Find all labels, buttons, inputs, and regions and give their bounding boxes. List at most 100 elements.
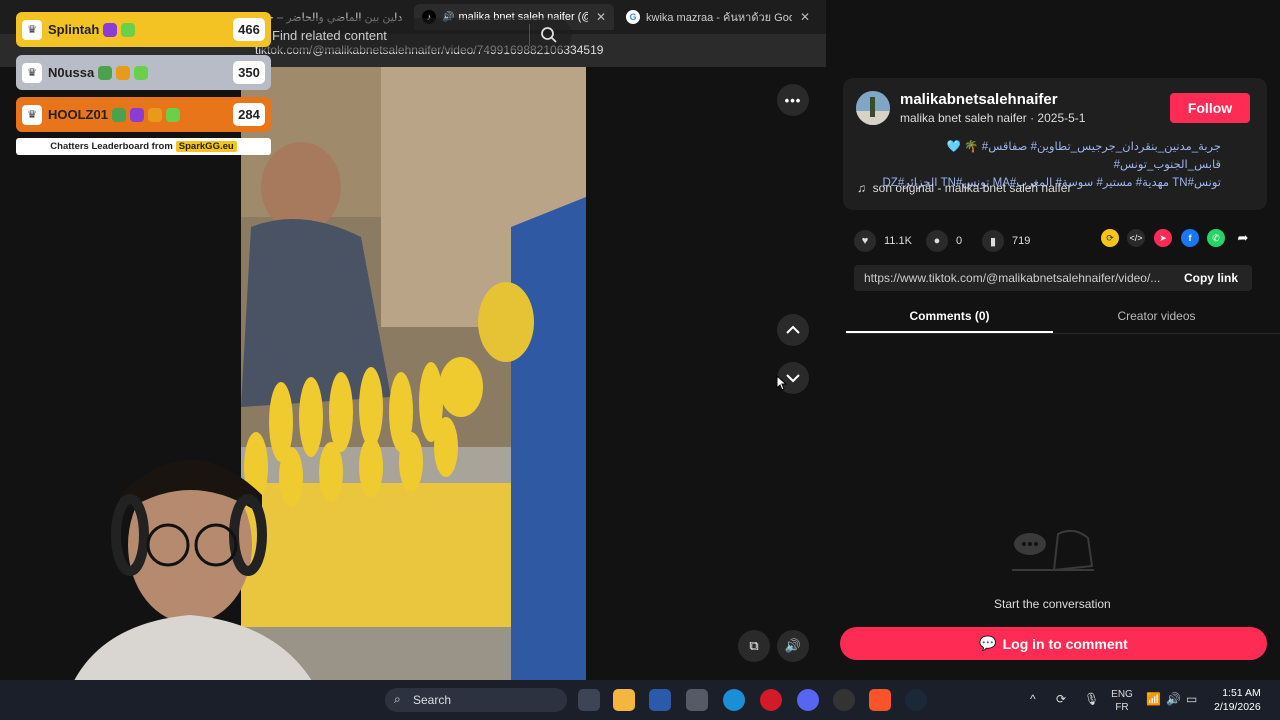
close-tab-icon[interactable]: ✕ <box>792 10 810 24</box>
comment-count: 0 <box>956 235 963 247</box>
obs-icon[interactable] <box>833 689 855 711</box>
file-explorer-icon[interactable] <box>613 689 635 711</box>
empty-comments-text: Start the conversation <box>994 597 1111 611</box>
follow-button[interactable]: Follow <box>1170 93 1250 123</box>
language-primary: ENG <box>1111 689 1133 700</box>
leaderboard-score: 350 <box>233 61 265 84</box>
crown-icon: ♛ <box>22 62 42 83</box>
sound-label: son original - malika bnet saleh naifer <box>872 181 1072 195</box>
volume-tray-icon[interactable]: 🔊 <box>1166 693 1181 706</box>
leaderboard-name: HOOLZ01 <box>48 107 108 122</box>
avatar[interactable] <box>856 91 890 125</box>
google-icon: G <box>626 10 640 24</box>
copy-link-button[interactable]: Copy link <box>1172 266 1250 290</box>
tab-creator-videos[interactable]: Creator videos <box>1053 309 1260 323</box>
badge-icon <box>121 22 136 37</box>
repost-icon[interactable]: ⟳ <box>1101 229 1119 247</box>
save-button[interactable]: ▮ 719 <box>982 230 1030 252</box>
previous-video-button[interactable] <box>777 314 809 346</box>
nickname-date: malika bnet saleh naifer · 2025-5-1 <box>900 111 1086 125</box>
microphone-icon[interactable]: 🎙 <box>1084 693 1099 706</box>
share-arrow-icon[interactable]: ➦ <box>1234 229 1252 247</box>
task-view-icon[interactable] <box>578 689 600 711</box>
leaderboard-score: 284 <box>233 103 265 126</box>
brave-icon[interactable] <box>869 689 891 711</box>
tray-sync-icon[interactable]: ⟳ <box>1056 693 1066 706</box>
nickname: malika bnet saleh naifer <box>900 111 1027 125</box>
app-icon[interactable] <box>686 689 708 711</box>
discord-icon[interactable] <box>797 689 819 711</box>
leaderboard-footer: Chatters Leaderboard from SparkGG.eu <box>16 138 271 155</box>
heart-icon: ♥ <box>854 230 876 252</box>
taskbar-search[interactable]: ⌕ Search <box>385 688 567 712</box>
username[interactable]: malikabnetsalehnaifer <box>900 91 1058 108</box>
wifi-icon[interactable]: 📶 <box>1146 693 1161 706</box>
badge-icon <box>134 65 149 80</box>
battery-icon[interactable]: ▭ <box>1186 693 1197 706</box>
badge-icon <box>103 22 118 37</box>
empty-comments-illustration <box>1012 529 1094 572</box>
related-search-placeholder: Find related content <box>272 28 387 43</box>
bookmark-icon: ▮ <box>982 230 1004 252</box>
whatsapp-icon[interactable]: ✆ <box>1207 229 1225 247</box>
badge-icon <box>116 65 131 80</box>
search-icon: ⌕ <box>394 692 401 706</box>
chevron-up-icon <box>786 325 800 334</box>
steam-icon[interactable] <box>905 689 927 711</box>
video-link[interactable]: https://www.tiktok.com/@malikabnetsalehn… <box>864 271 1170 285</box>
language-secondary: FR <box>1115 702 1129 713</box>
badge-icon <box>165 107 180 122</box>
facebook-icon[interactable]: f <box>1181 229 1199 247</box>
send-icon[interactable]: ➤ <box>1154 229 1172 247</box>
music-note-icon: ♫ <box>857 181 866 195</box>
save-count: 719 <box>1012 235 1031 247</box>
login-to-comment-button[interactable]: 💬 Log in to comment <box>840 627 1267 660</box>
edge-icon[interactable] <box>723 689 745 711</box>
badge-icon <box>111 107 126 122</box>
tray-chevron-icon[interactable]: ^ <box>1030 693 1036 706</box>
language-indicator[interactable]: ENG FR <box>1108 688 1136 714</box>
comment-button[interactable]: ● 0 <box>926 230 962 252</box>
like-button[interactable]: ♥ 11.1K <box>854 230 912 252</box>
store-icon[interactable] <box>649 689 671 711</box>
comment-bubble-icon: 💬 <box>979 635 997 651</box>
leaderboard-row: ♛ Splintah 466 <box>16 12 271 47</box>
volume-button[interactable]: 🔊 <box>777 630 809 662</box>
leaderboard-footer-text: Chatters Leaderboard from <box>50 141 173 152</box>
floating-player-button[interactable]: ⧉ <box>738 630 770 662</box>
login-label: Log in to comment <box>1002 635 1128 652</box>
more-options-button[interactable]: ••• <box>777 84 809 116</box>
webcam-overlay <box>0 425 400 720</box>
clock[interactable]: 1:51 AM 2/19/2026 <box>1214 686 1261 714</box>
crown-icon: ♛ <box>22 19 42 40</box>
badge-icon <box>98 65 113 80</box>
webcam-image <box>60 460 330 720</box>
badge-icon <box>147 107 162 122</box>
crown-icon: ♛ <box>22 104 42 125</box>
search-icon[interactable] <box>540 26 558 44</box>
tab-active-indicator <box>846 331 1053 333</box>
post-date: 2025-5-1 <box>1037 111 1086 125</box>
sound-link[interactable]: ♫ son original - malika bnet saleh naife… <box>857 181 1071 195</box>
badge-icon <box>129 107 144 122</box>
search-divider <box>529 24 530 46</box>
avatar-image <box>856 91 890 125</box>
leaderboard-row: ♛ HOOLZ01 284 <box>16 97 271 132</box>
clock-date: 2/19/2026 <box>1214 701 1261 713</box>
leaderboard-name: N0ussa <box>48 65 95 80</box>
screen: مدلين بين الماضي والحاضر – حي... ♪ 🔊 mal… <box>0 0 1280 720</box>
tab-label: kwika mazraa - ค้นหาด้วย Google <box>646 12 792 24</box>
opera-icon[interactable] <box>760 689 782 711</box>
leaderboard-name: Splintah <box>48 22 100 37</box>
tab-comments[interactable]: Comments (0) <box>846 309 1053 323</box>
taskbar-search-label: Search <box>413 693 452 707</box>
comment-icon: ● <box>926 230 948 252</box>
close-tab-icon[interactable]: ✕ <box>588 10 606 24</box>
tab-google[interactable]: G kwika mazraa - ค้นหาด้วย Google ✕ <box>618 4 818 30</box>
leaderboard-brand: SparkGG.eu <box>175 141 237 152</box>
clock-time: 1:51 AM <box>1222 687 1261 699</box>
mouse-cursor-icon <box>776 375 788 391</box>
hashtags-line-1[interactable]: جربة_مدنين_بنقردان_جرجيس_تطاوين# صفاقس# … <box>857 138 1221 174</box>
embed-icon[interactable]: </> <box>1127 229 1145 247</box>
leaderboard-row: ♛ N0ussa 350 <box>16 55 271 90</box>
